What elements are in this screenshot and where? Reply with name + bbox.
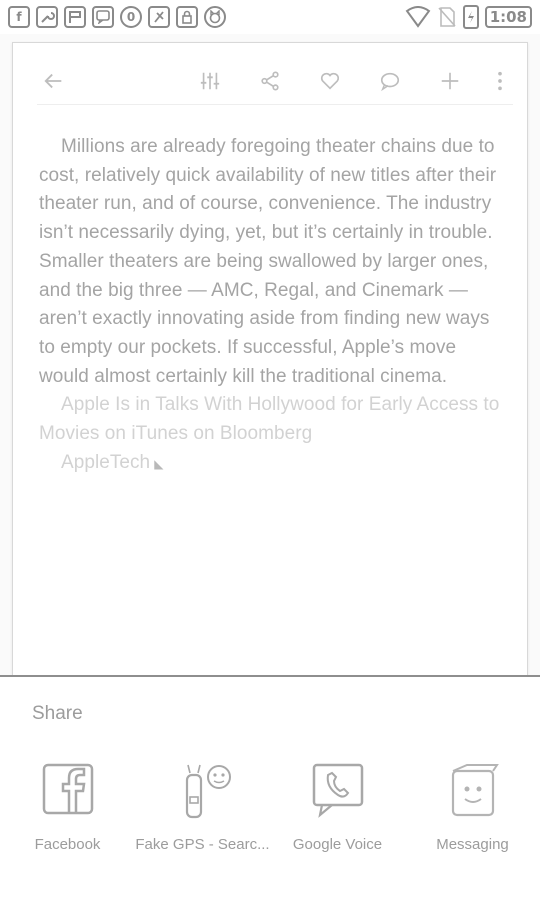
more-options-button[interactable]: [483, 61, 517, 101]
adjust-button[interactable]: [193, 61, 227, 101]
cat-icon: [204, 6, 226, 28]
plus-icon: [441, 72, 459, 90]
facebook-notification-icon: f: [8, 6, 30, 28]
wrench-icon: [36, 6, 58, 28]
article-link[interactable]: Apple Is in Talks With Hollywood for Ear…: [39, 391, 505, 448]
google-voice-icon: [306, 757, 370, 821]
share-app-label: Facebook: [34, 836, 101, 853]
fake-gps-icon: [171, 757, 235, 821]
article-card: Millions are already foregoing theater c…: [12, 42, 528, 682]
battery-icon: [462, 5, 479, 29]
article-source-label: AppleTech: [61, 451, 151, 473]
circle-o-icon: 0: [120, 6, 142, 28]
status-bar: f 0 1:08: [0, 0, 540, 34]
more-vert-icon: [498, 71, 502, 91]
share-app-messaging[interactable]: Messaging: [405, 757, 540, 867]
share-app-fake-gps[interactable]: Fake GPS - Searc...: [135, 757, 270, 867]
article-paragraph: Millions are already foregoing theater c…: [39, 136, 497, 387]
share-button[interactable]: [253, 61, 287, 101]
article-source[interactable]: AppleTech ◣: [39, 449, 505, 479]
article-body: Millions are already foregoing theater c…: [39, 133, 505, 478]
no-sim-icon: [438, 7, 456, 27]
share-app-label: Messaging: [436, 836, 509, 853]
flag-icon: [64, 6, 86, 28]
share-app-label: Google Voice: [292, 836, 383, 853]
heart-icon: [320, 72, 340, 90]
article-toolbar: [37, 61, 513, 105]
comment-icon: [380, 72, 400, 92]
wifi-icon: [405, 6, 431, 28]
favorite-button[interactable]: [313, 61, 347, 101]
back-button[interactable]: [37, 61, 71, 101]
flashlight-icon: [148, 6, 170, 28]
system-icons: 1:08: [405, 5, 532, 29]
facebook-icon: [36, 757, 100, 821]
share-sheet: Share Facebook Fake GPS - Searc... Googl…: [0, 675, 540, 897]
share-icon: [261, 71, 279, 91]
share-app-facebook[interactable]: Facebook: [0, 757, 135, 867]
sliders-icon: [200, 72, 220, 90]
notification-icons: f 0: [8, 6, 226, 28]
share-title: Share: [32, 703, 83, 724]
voice-notification-icon: [92, 6, 114, 28]
add-button[interactable]: [433, 61, 467, 101]
clock: 1:08: [484, 6, 532, 28]
external-link-icon: ◣: [154, 456, 164, 471]
messaging-icon: [441, 757, 505, 821]
comment-button[interactable]: [373, 61, 407, 101]
back-arrow-icon: [44, 73, 62, 89]
share-app-label: Fake GPS - Searc...: [135, 836, 270, 853]
share-app-google-voice[interactable]: Google Voice: [270, 757, 405, 867]
lock-icon: [176, 6, 198, 28]
